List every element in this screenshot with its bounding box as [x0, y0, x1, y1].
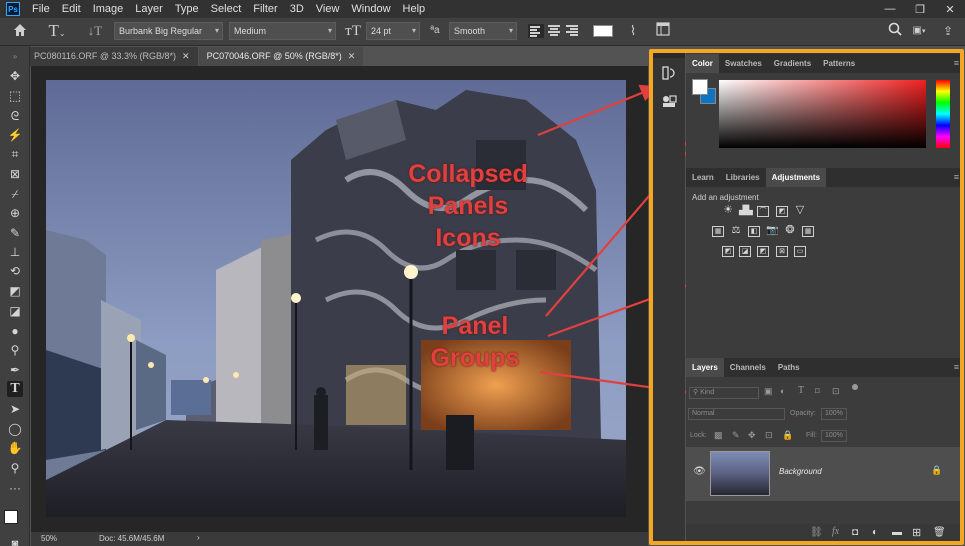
status-bar: 50% Doc: 45.6M/45.6M › [31, 532, 648, 546]
doc-size: Doc: 45.6M/45.6M [99, 534, 165, 543]
panels-highlight-frame [649, 49, 964, 545]
chevron-right-icon[interactable]: › [197, 533, 200, 542]
zoom-level[interactable]: 50% [41, 534, 57, 543]
foreground-color-chip[interactable] [692, 79, 708, 95]
